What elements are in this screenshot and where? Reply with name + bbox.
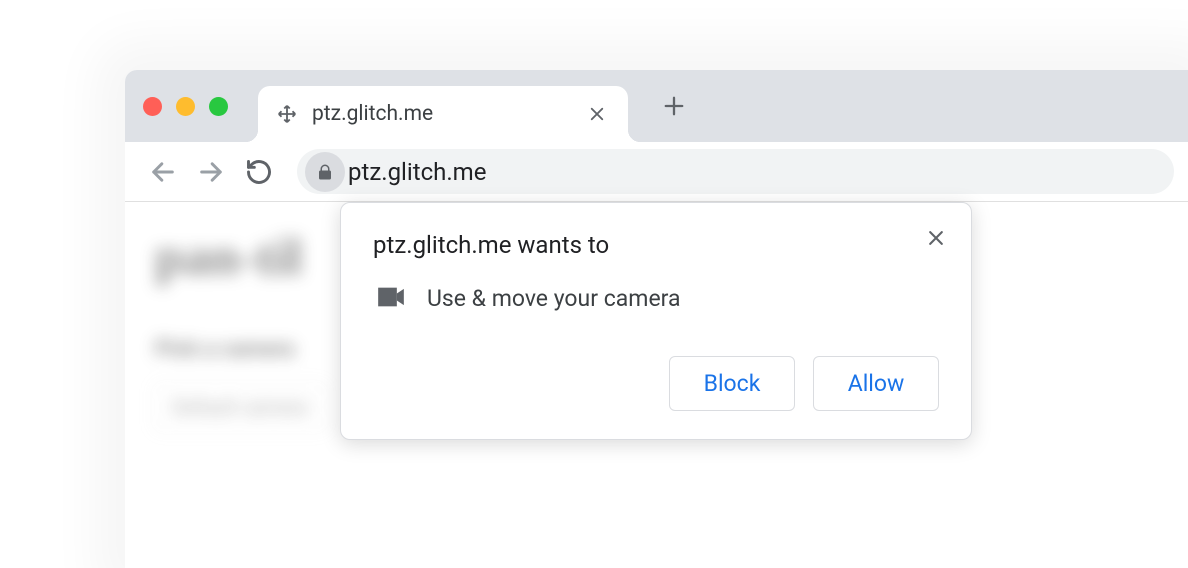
camera-select[interactable]: Default camera — [155, 384, 325, 430]
back-button[interactable] — [139, 148, 187, 196]
browser-tab[interactable]: ptz.glitch.me — [258, 86, 628, 142]
reload-button[interactable] — [235, 148, 283, 196]
permission-row: Use & move your camera — [373, 285, 939, 312]
window-close-button[interactable] — [143, 97, 162, 116]
permission-prompt: ptz.glitch.me wants to Use & move your c… — [340, 202, 972, 440]
window-minimize-button[interactable] — [176, 97, 195, 116]
toolbar: ptz.glitch.me — [125, 142, 1188, 202]
window-controls — [143, 97, 228, 116]
prompt-close-button[interactable] — [921, 223, 951, 253]
permission-text: Use & move your camera — [427, 285, 681, 312]
tab-title: ptz.glitch.me — [312, 102, 584, 126]
prompt-title: ptz.glitch.me wants to — [373, 231, 939, 259]
new-tab-button[interactable] — [654, 86, 694, 126]
tab-close-button[interactable] — [584, 101, 610, 127]
tab-bar: ptz.glitch.me — [125, 70, 1188, 142]
page-content: pan-til Pick a camera Default camera ptz… — [125, 202, 1188, 568]
address-bar[interactable]: ptz.glitch.me — [297, 149, 1174, 194]
lock-icon[interactable] — [305, 152, 345, 192]
camera-icon — [377, 286, 405, 312]
url-text: ptz.glitch.me — [348, 158, 486, 186]
browser-window: ptz.glitch.me — [125, 70, 1188, 568]
window-maximize-button[interactable] — [209, 97, 228, 116]
allow-button[interactable]: Allow — [813, 356, 939, 411]
move-icon — [276, 103, 298, 125]
prompt-buttons: Block Allow — [373, 356, 939, 411]
block-button[interactable]: Block — [669, 356, 795, 411]
forward-button[interactable] — [187, 148, 235, 196]
